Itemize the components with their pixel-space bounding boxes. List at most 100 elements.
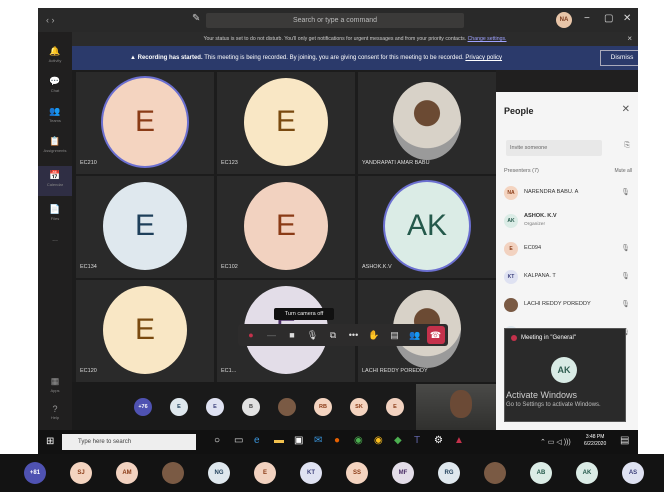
taskbar-search[interactable]: Type here to search xyxy=(62,434,196,450)
pdf-icon[interactable]: ▲ xyxy=(454,435,464,446)
dismiss-button[interactable]: Dismiss xyxy=(600,50,638,66)
privacy-policy-link[interactable]: Privacy policy xyxy=(465,55,502,61)
people-avatar: KT xyxy=(504,270,518,284)
people-list-item[interactable]: E EC094 🎙 xyxy=(504,240,630,260)
participant-tile[interactable]: E EC123 xyxy=(217,72,355,174)
rail-teams[interactable]: 👥 Teams xyxy=(38,106,72,123)
people-avatar xyxy=(504,298,518,312)
teams-taskbar-icon[interactable]: T xyxy=(414,435,420,446)
assignments-icon: 📋 xyxy=(49,136,61,146)
overflow-avatar[interactable]: SK xyxy=(350,398,368,416)
chrome-icon[interactable]: ◉ xyxy=(354,435,363,446)
close-button[interactable]: ✕ xyxy=(623,13,631,24)
rail-calendar[interactable]: 📅 Calendar xyxy=(38,166,72,196)
hang-up-button[interactable]: ☎ xyxy=(426,326,445,344)
search-box[interactable]: Search or type a command xyxy=(206,13,464,28)
camera-button[interactable]: ■ xyxy=(283,326,301,344)
system-tray-icons[interactable]: ⌃ ▭ ◁ ))) xyxy=(540,438,571,446)
record-button[interactable]: ● xyxy=(242,326,260,344)
overflow-avatar[interactable]: RB xyxy=(314,398,332,416)
participant-tile[interactable]: E EC102 xyxy=(217,176,355,278)
participant-name: EC123 xyxy=(221,160,238,166)
bottom-participant-avatar[interactable]: +81 xyxy=(24,462,46,484)
edge-icon[interactable]: e xyxy=(254,435,260,446)
people-list-item[interactable]: LACHI REDDY POREDDY 🎙 xyxy=(504,296,630,316)
bottom-participant-avatar[interactable]: AS xyxy=(622,462,644,484)
people-list-item[interactable]: KT KALPANA. T 🎙 xyxy=(504,268,630,288)
minimize-button[interactable]: − xyxy=(584,13,590,24)
explorer-icon[interactable]: ▬ xyxy=(274,435,284,446)
bottom-participant-avatar[interactable]: SS xyxy=(346,462,368,484)
bottom-participant-avatar[interactable] xyxy=(162,462,184,484)
recording-title: Recording has started. xyxy=(137,55,203,61)
rail-activity[interactable]: 🔔 Activity xyxy=(38,46,72,63)
bottom-participant-avatar[interactable]: RG xyxy=(438,462,460,484)
people-list-item[interactable]: NA NARENDRA BABU. A 🎙 xyxy=(504,184,630,204)
participant-name: YANDRAPATI AMAR BABU xyxy=(362,160,430,166)
change-settings-link[interactable]: Change settings. xyxy=(468,36,507,42)
back-forward-nav[interactable]: ‹ › xyxy=(46,15,55,25)
participants-button[interactable]: 👥 xyxy=(406,326,424,344)
bottom-participant-avatar[interactable]: KT xyxy=(300,462,322,484)
chat-button[interactable]: ▤ xyxy=(386,326,404,344)
overflow-avatar[interactable] xyxy=(278,398,296,416)
mic-icon[interactable]: 🎙 xyxy=(621,300,630,308)
more-button[interactable]: ••• xyxy=(345,326,363,344)
apps-icon: ▦ xyxy=(50,376,60,386)
compose-icon[interactable]: ✎ xyxy=(192,13,200,24)
overflow-avatar[interactable]: E xyxy=(206,398,224,416)
mic-icon[interactable]: 🎙 xyxy=(621,188,630,196)
cortana-icon[interactable]: ○ xyxy=(214,435,220,446)
rail-files[interactable]: 📄 Files xyxy=(38,204,72,221)
invite-input[interactable]: Invite someone xyxy=(506,140,602,156)
mic-icon[interactable]: 🎙 xyxy=(621,272,630,280)
bottom-participant-avatar[interactable]: AM xyxy=(116,462,138,484)
close-notice-icon[interactable]: × xyxy=(627,32,632,46)
mute-all-link[interactable]: Mute all xyxy=(614,168,632,174)
app-icon[interactable]: ◆ xyxy=(394,435,402,446)
maximize-button[interactable]: ▢ xyxy=(604,13,613,24)
bottom-participant-avatar[interactable]: NG xyxy=(208,462,230,484)
participant-tile[interactable]: AK ASHOK.K.V xyxy=(358,176,496,278)
raise-hand-button[interactable]: ✋ xyxy=(365,326,383,344)
notifications-icon[interactable]: ▤ xyxy=(620,435,629,446)
rail-chat[interactable]: 💬 Chat xyxy=(38,76,72,93)
bottom-participant-avatar[interactable]: AK xyxy=(576,462,598,484)
participant-tile[interactable]: E EC134 xyxy=(76,176,214,278)
overflow-avatar[interactable]: E xyxy=(170,398,188,416)
bottom-participant-avatar[interactable] xyxy=(484,462,506,484)
bottom-participant-avatar[interactable]: SJ xyxy=(70,462,92,484)
chrome-canary-icon[interactable]: ◉ xyxy=(374,435,383,446)
timer-label[interactable]: — xyxy=(263,326,281,344)
mic-button[interactable]: 🎙 xyxy=(304,326,322,344)
mail-icon[interactable]: ✉ xyxy=(314,435,322,446)
taskbar-clock[interactable]: 3:48 PM 6/22/2020 xyxy=(584,434,606,448)
bottom-participant-avatar[interactable]: MF xyxy=(392,462,414,484)
task-view-icon[interactable]: ▭ xyxy=(234,435,243,446)
rail-apps[interactable]: ▦ Apps xyxy=(38,376,72,393)
close-people-icon[interactable]: ✕ xyxy=(622,104,630,115)
rail-help[interactable]: ? Help xyxy=(38,404,72,420)
overflow-avatar[interactable]: B xyxy=(242,398,260,416)
store-icon[interactable]: ▣ xyxy=(294,435,303,446)
bottom-participant-avatar[interactable]: E xyxy=(254,462,276,484)
firefox-icon[interactable]: ● xyxy=(334,435,340,446)
user-avatar[interactable]: NA xyxy=(556,12,572,28)
participant-tile[interactable]: E EC120 xyxy=(76,280,214,382)
share-button[interactable]: ⧉ xyxy=(324,326,342,344)
overflow-avatar[interactable]: E xyxy=(386,398,404,416)
people-list-item[interactable]: AK ASHOK. K.V Organizer xyxy=(504,212,630,232)
settings-icon[interactable]: ⚙ xyxy=(434,435,443,446)
share-link-icon[interactable]: ⎘ xyxy=(624,142,630,150)
mic-icon[interactable]: 🎙 xyxy=(621,244,630,252)
rail-more[interactable]: ... xyxy=(38,236,72,243)
presenters-header[interactable]: Presenters (7) xyxy=(504,168,539,174)
overflow-avatar[interactable]: +76 xyxy=(134,398,152,416)
participant-tile[interactable]: E EC210 xyxy=(76,72,214,174)
participant-tile[interactable]: YANDRAPATI AMAR BABU xyxy=(358,72,496,174)
participant-name: EC1... xyxy=(221,368,237,374)
participant-name: EC102 xyxy=(221,264,238,270)
windows-start-icon[interactable]: ⊞ xyxy=(46,436,54,447)
bottom-participant-avatar[interactable]: AB xyxy=(530,462,552,484)
rail-assignments[interactable]: 📋 Assignments xyxy=(38,136,72,153)
